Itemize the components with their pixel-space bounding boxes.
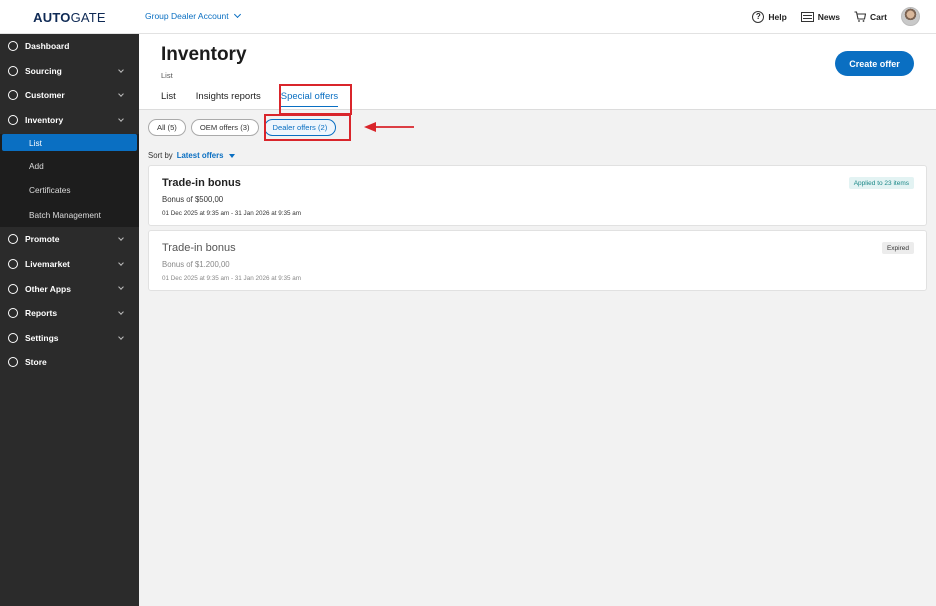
sourcing-icon bbox=[8, 65, 18, 76]
chevron-down-icon bbox=[118, 91, 124, 98]
news-icon bbox=[800, 11, 814, 22]
sidebar-item-inventory[interactable]: Inventory bbox=[0, 108, 139, 133]
cart-label: Cart bbox=[869, 11, 887, 22]
sidebar-item-customer[interactable]: Customer bbox=[0, 83, 139, 108]
chevron-down-icon bbox=[118, 309, 124, 315]
sidebar-subitem-add[interactable]: Add bbox=[0, 153, 139, 178]
sidebar-item-sourcing[interactable]: Sourcing bbox=[0, 59, 139, 84]
tab-highlight-box bbox=[279, 84, 352, 115]
top-bar: AUTO GATE Group Dealer Account ? Help New… bbox=[0, 0, 936, 34]
breadcrumb: List bbox=[161, 71, 173, 80]
tab-list[interactable]: List bbox=[161, 91, 176, 107]
page-title: Inventory bbox=[161, 44, 247, 65]
offer-dates: 01 Dec 2025 at 9:35 am - 31 Jan 2026 at … bbox=[162, 275, 301, 282]
offer-amount: Bonus of $1.200,00 bbox=[162, 260, 230, 269]
sidebar-subitem-list[interactable]: List bbox=[2, 134, 137, 152]
chevron-down-icon bbox=[118, 235, 124, 241]
sort-dropdown[interactable]: Latest offers bbox=[177, 151, 235, 160]
chevron-down-icon bbox=[233, 10, 241, 19]
news-button[interactable]: News bbox=[800, 11, 840, 22]
sidebar-item-promote[interactable]: Promote bbox=[0, 227, 139, 252]
cart-button[interactable]: Cart bbox=[854, 11, 887, 22]
cart-icon bbox=[854, 11, 866, 22]
sidebar-item-label: Reports bbox=[25, 308, 58, 319]
dashboard-icon bbox=[8, 41, 18, 52]
offer-card[interactable]: Trade-in bonus Bonus of $1.200,00 01 Dec… bbox=[148, 230, 927, 291]
status-badge: Expired bbox=[881, 242, 914, 254]
create-offer-button[interactable]: Create offer bbox=[835, 51, 914, 76]
autogate-logo[interactable]: AUTO GATE bbox=[0, 0, 139, 34]
sidebar-item-other-apps[interactable]: Other Apps bbox=[0, 276, 139, 301]
sidebar-item-label: Dashboard bbox=[25, 41, 70, 52]
user-avatar[interactable] bbox=[901, 7, 920, 26]
offer-card[interactable]: Trade-in bonus Bonus of $500,00 01 Dec 2… bbox=[148, 165, 927, 226]
chevron-down-icon bbox=[118, 259, 124, 266]
status-badge: Applied to 23 items bbox=[848, 177, 914, 189]
sort-control: Sort by Latest offers bbox=[148, 151, 235, 160]
settings-icon bbox=[8, 332, 18, 343]
account-selector[interactable]: Group Dealer Account bbox=[145, 10, 241, 21]
help-label: Help bbox=[768, 11, 787, 22]
sidebar-subitem-batch-management[interactable]: Batch Management bbox=[0, 203, 139, 228]
sidebar-item-label: Inventory bbox=[25, 115, 64, 126]
filter-oem-chip[interactable]: OEM offers (3) bbox=[190, 119, 259, 136]
sidebar-item-label: Sourcing bbox=[25, 65, 62, 76]
offer-amount: Bonus of $500,00 bbox=[162, 195, 224, 204]
sidebar-item-dashboard[interactable]: Dashboard bbox=[0, 34, 139, 59]
sort-value: Latest offers bbox=[176, 151, 224, 160]
livemarket-icon bbox=[8, 259, 18, 270]
inventory-icon bbox=[8, 115, 18, 126]
annotation-arrow-icon bbox=[364, 122, 414, 132]
inventory-submenu: List Add Certificates Batch Management bbox=[0, 134, 139, 228]
sidebar-item-label: Store bbox=[25, 357, 47, 368]
logo-light-text: GATE bbox=[70, 9, 106, 25]
chevron-down-icon bbox=[118, 115, 124, 122]
page-header: Inventory List Create offer List Insight… bbox=[139, 34, 936, 110]
tab-insights-reports[interactable]: Insights reports bbox=[196, 91, 261, 107]
sort-label: Sort by bbox=[148, 151, 173, 160]
chip-highlight-box bbox=[264, 114, 351, 141]
apps-icon bbox=[8, 283, 18, 294]
chevron-down-icon bbox=[118, 333, 124, 340]
chevron-down-icon bbox=[118, 66, 124, 73]
offer-title: Trade-in bonus bbox=[162, 242, 236, 254]
store-icon bbox=[8, 357, 18, 368]
chevron-down-icon bbox=[118, 284, 124, 291]
help-button[interactable]: ? Help bbox=[752, 10, 787, 23]
sidebar-item-label: Customer bbox=[25, 90, 65, 101]
customer-icon bbox=[8, 90, 18, 101]
account-name: Group Dealer Account bbox=[145, 11, 229, 21]
sidebar-item-label: Promote bbox=[25, 234, 60, 245]
sidebar-item-reports[interactable]: Reports bbox=[0, 301, 139, 326]
sidebar-item-label: Livemarket bbox=[25, 259, 70, 270]
help-icon: ? bbox=[752, 10, 765, 23]
sidebar-item-settings[interactable]: Settings bbox=[0, 326, 139, 351]
filter-all-chip[interactable]: All (5) bbox=[148, 119, 186, 136]
reports-icon bbox=[8, 308, 18, 319]
caret-down-icon bbox=[228, 153, 235, 158]
news-label: News bbox=[817, 11, 840, 22]
sidebar-item-label: Settings bbox=[25, 332, 59, 343]
promote-icon bbox=[8, 234, 18, 245]
sidebar: Dashboard Sourcing Customer Inventory Li… bbox=[0, 34, 139, 606]
sidebar-item-store[interactable]: Store bbox=[0, 350, 139, 375]
offer-dates: 01 Dec 2025 at 9:35 am - 31 Jan 2026 at … bbox=[162, 210, 301, 217]
sidebar-item-livemarket[interactable]: Livemarket bbox=[0, 252, 139, 277]
sidebar-item-label: Other Apps bbox=[25, 283, 71, 294]
sidebar-subitem-certificates[interactable]: Certificates bbox=[0, 178, 139, 203]
offer-title: Trade-in bonus bbox=[162, 177, 241, 189]
logo-bold-text: AUTO bbox=[33, 9, 71, 25]
